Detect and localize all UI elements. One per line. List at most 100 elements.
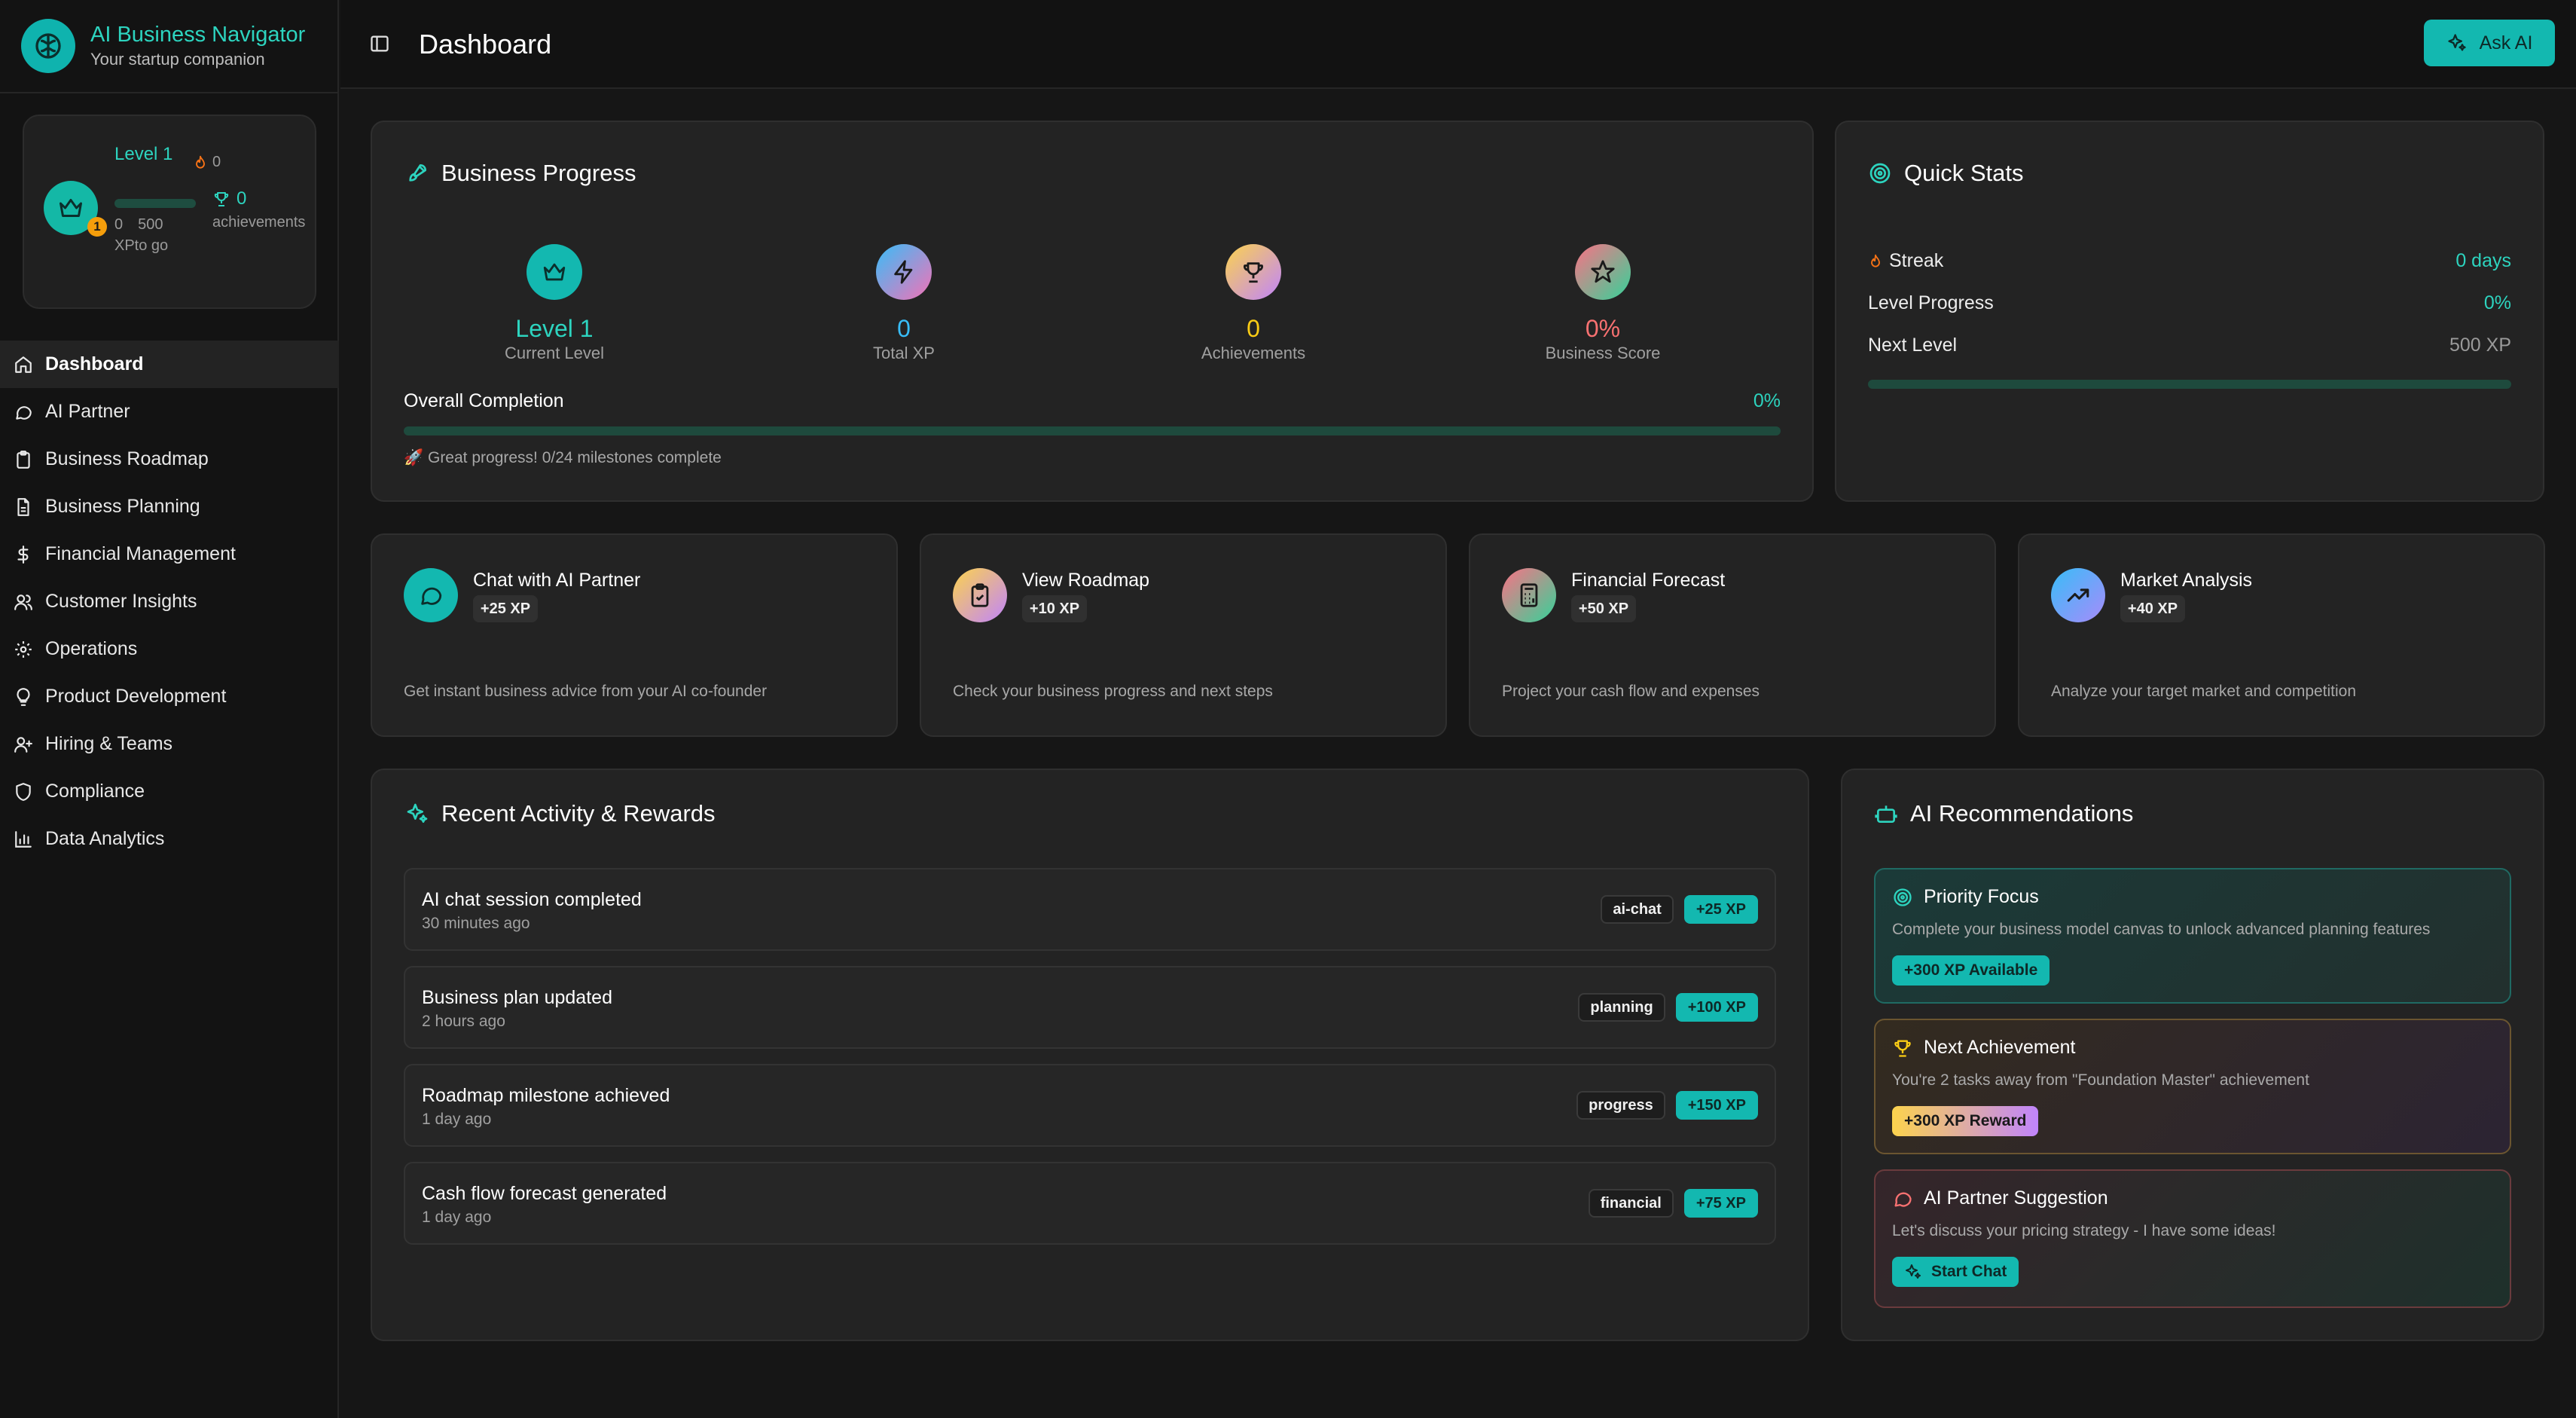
brand[interactable]: AI Business Navigator Your startup compa…: [0, 0, 337, 93]
sidebar-item-ai-partner[interactable]: AI Partner: [0, 388, 339, 435]
sidebar-item-business-roadmap[interactable]: Business Roadmap: [0, 435, 339, 483]
action-xp-badge: +40 XP: [2120, 595, 2185, 622]
sidebar-item-label: Business Planning: [45, 496, 200, 517]
message-circle-icon: [1894, 1192, 1912, 1207]
stat-value: 0%: [1585, 315, 1621, 342]
brand-title: AI Business Navigator: [90, 23, 306, 47]
action-title: Chat with AI Partner: [473, 570, 641, 591]
category-tag: planning: [1578, 993, 1665, 1022]
activity-title: Business plan updated: [422, 987, 612, 1008]
category-tag: ai-chat: [1601, 895, 1674, 924]
bar-chart-icon: [15, 830, 32, 848]
activity-time: 2 hours ago: [422, 1013, 505, 1030]
recommendation-next-achievement[interactable]: Next Achievement You're 2 tasks away fro…: [1874, 1019, 2511, 1154]
action-card-view-roadmap[interactable]: View Roadmap +10 XP Check your business …: [920, 533, 1447, 737]
file-text-icon: [17, 497, 29, 516]
message-circle-icon: [404, 568, 458, 622]
flame-icon: [1871, 254, 1880, 267]
zap-icon: [876, 244, 932, 300]
quick-stat-value: 500 XP: [2449, 335, 2511, 356]
action-description: Project your cash flow and expenses: [1502, 683, 1760, 700]
sidebar-toggle-button[interactable]: [369, 33, 390, 54]
profile-card[interactable]: 1 Level 1 0 500 XPto go 0 0 achievements: [23, 115, 316, 309]
recommendation-ai-partner-suggestion[interactable]: AI Partner Suggestion Let's discuss your…: [1874, 1169, 2511, 1308]
business-progress-card: Business Progress Level 1 Current Level …: [371, 121, 1814, 502]
achievement-count: 0: [237, 188, 247, 209]
level-badge: 1: [87, 217, 107, 237]
card-title-text: Business Progress: [441, 160, 636, 186]
quick-stats-card: Quick Stats Streak 0 days Level Progress…: [1835, 121, 2544, 502]
recommendation-description: Complete your business model canvas to u…: [1892, 921, 2431, 938]
activity-row[interactable]: Roadmap milestone achieved 1 day ago pro…: [404, 1064, 1776, 1147]
button-label: +300 XP Available: [1904, 961, 2038, 979]
rocket-icon: [409, 164, 426, 182]
xp-reward-badge: +25 XP: [1683, 895, 1758, 924]
stat-value: Level 1: [515, 315, 594, 342]
recommendation-description: You're 2 tasks away from "Foundation Mas…: [1892, 1071, 2309, 1089]
activity-row[interactable]: Business plan updated 2 hours ago planni…: [404, 966, 1776, 1049]
recommendation-title-text: AI Partner Suggestion: [1924, 1187, 2108, 1209]
profile-xp-text: 0 500 XPto go: [114, 214, 190, 256]
shield-icon: [16, 782, 31, 801]
milestone-note: 🚀 Great progress! 0/24 milestones comple…: [404, 449, 722, 466]
recent-activity-title: Recent Activity & Rewards: [405, 800, 716, 827]
activity-row[interactable]: Cash flow forecast generated 1 day ago f…: [404, 1162, 1776, 1245]
sidebar-item-product-development[interactable]: Product Development: [0, 673, 339, 720]
quick-stats-title: Quick Stats: [1868, 160, 2024, 187]
overall-completion-bar: [404, 426, 1781, 435]
sidebar-item-data-analytics[interactable]: Data Analytics: [0, 815, 339, 863]
action-xp-badge: +25 XP: [473, 595, 538, 622]
action-card-chat-ai-partner[interactable]: Chat with AI Partner +25 XP Get instant …: [371, 533, 898, 737]
activity-time: 1 day ago: [422, 1111, 492, 1128]
sidebar-item-label: Customer Insights: [45, 591, 197, 612]
action-card-market-analysis[interactable]: Market Analysis +40 XP Analyze your targ…: [2018, 533, 2545, 737]
recommendation-description: Let's discuss your pricing strategy - I …: [1892, 1222, 2276, 1239]
sidebar-item-hiring-teams[interactable]: Hiring & Teams: [0, 720, 339, 768]
quick-stat-value: 0 days: [2455, 250, 2511, 271]
panel-left-icon: [371, 35, 389, 52]
sidebar-item-customer-insights[interactable]: Customer Insights: [0, 578, 339, 625]
dollar-icon: [17, 545, 29, 564]
recommendation-title: Priority Focus: [1892, 886, 2039, 908]
recommendation-title-text: Priority Focus: [1924, 886, 2039, 907]
xp-available-button[interactable]: +300 XP Available: [1892, 955, 2050, 986]
stat-label: Total XP: [873, 344, 935, 362]
message-circle-icon: [16, 405, 32, 420]
xp-reward-button[interactable]: +300 XP Reward: [1892, 1106, 2039, 1136]
category-tag: financial: [1588, 1189, 1674, 1218]
profile-streak: 0: [193, 154, 221, 171]
stat-label: Current Level: [504, 344, 605, 362]
sidebar-item-operations[interactable]: Operations: [0, 625, 339, 673]
next-level-progress-bar: [1868, 380, 2511, 389]
sidebar-nav: Dashboard AI Partner Business Roadmap Bu…: [0, 341, 339, 863]
recommendation-title: AI Partner Suggestion: [1892, 1187, 2108, 1209]
sidebar-item-dashboard[interactable]: Dashboard: [0, 341, 339, 388]
recommendation-priority-focus[interactable]: Priority Focus Complete your business mo…: [1874, 868, 2511, 1004]
profile-xp-bar: [114, 199, 196, 208]
activity-row[interactable]: AI chat session completed 30 minutes ago…: [404, 868, 1776, 951]
sidebar-item-financial-management[interactable]: Financial Management: [0, 530, 339, 578]
xp-reward-badge: +75 XP: [1683, 1189, 1758, 1218]
sidebar-item-compliance[interactable]: Compliance: [0, 768, 339, 815]
activity-time: 1 day ago: [422, 1209, 492, 1226]
button-label: Start Chat: [1931, 1263, 2007, 1280]
start-chat-button[interactable]: Start Chat: [1892, 1257, 2019, 1287]
sidebar-item-business-planning[interactable]: Business Planning: [0, 483, 339, 530]
overall-completion-percent: 0%: [1753, 390, 1781, 411]
ask-ai-label: Ask AI: [2479, 32, 2533, 53]
achievements-label: achievements: [212, 214, 306, 231]
streak-count: 0: [212, 154, 221, 170]
clipboard-check-icon: [953, 568, 1007, 622]
gear-icon: [15, 640, 32, 658]
sidebar-item-label: Operations: [45, 638, 138, 659]
sidebar-item-label: Business Roadmap: [45, 448, 209, 469]
quick-stat-label: Streak: [1889, 250, 1944, 271]
action-card-financial-forecast[interactable]: Financial Forecast +50 XP Project your c…: [1469, 533, 1996, 737]
sidebar-item-label: Financial Management: [45, 543, 236, 564]
brand-subtitle: Your startup companion: [90, 50, 265, 69]
card-title-text: AI Recommendations: [1910, 800, 2134, 827]
quick-stat-label: Next Level: [1868, 335, 1958, 356]
stat-value: 0: [897, 315, 911, 342]
brain-logo-icon: [21, 19, 75, 73]
ask-ai-button[interactable]: Ask AI: [2424, 20, 2555, 66]
